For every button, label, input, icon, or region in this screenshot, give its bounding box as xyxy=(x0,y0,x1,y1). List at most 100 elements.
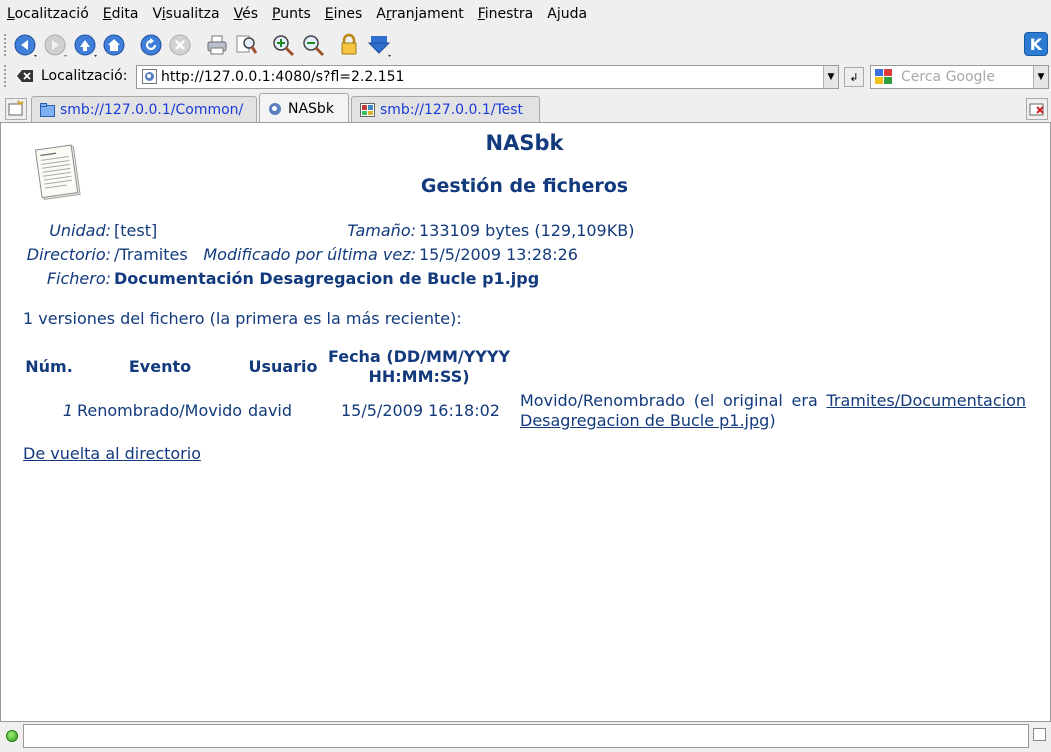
reload-icon xyxy=(140,34,162,56)
zoom-in-icon xyxy=(273,35,295,57)
detail-suffix: ) xyxy=(769,411,776,430)
home-button[interactable] xyxy=(101,32,127,58)
zoom-in-button[interactable] xyxy=(270,32,296,58)
menu-item-0[interactable]: Localització xyxy=(7,6,89,22)
forward-button[interactable] xyxy=(42,32,68,58)
reload-button[interactable] xyxy=(138,32,164,58)
up-arrow-icon xyxy=(74,34,97,57)
back-to-directory-link[interactable]: De vuelta al directorio xyxy=(23,444,201,463)
url-history-dropdown[interactable]: ▼ xyxy=(823,66,838,88)
page-favicon-icon xyxy=(142,69,157,84)
back-button[interactable] xyxy=(12,32,38,58)
download-button[interactable] xyxy=(366,32,392,58)
col-header-fecha-line1: Fecha (DD/MM/YYYY xyxy=(327,347,511,366)
zoom-out-icon xyxy=(303,35,325,57)
page-content: NASbk Gestión de ficheros Unidad: [test]… xyxy=(0,122,1051,722)
unidad-value: [test] xyxy=(114,221,158,240)
printer-icon xyxy=(207,35,227,55)
tab-label: smb://127.0.0.1/Common/ xyxy=(60,101,244,118)
google-icon xyxy=(875,69,892,84)
status-bar xyxy=(0,722,1051,752)
tamano-label: Tamaño: xyxy=(347,221,416,240)
enter-arrow-icon: ↲ xyxy=(849,70,859,84)
page-subtitle: Gestión de ficheros xyxy=(420,175,629,197)
col-header-evento: Evento xyxy=(128,357,192,376)
close-tab-icon xyxy=(1029,103,1044,116)
download-arrow-icon xyxy=(367,36,391,57)
cell-fecha: 15/5/2009 16:18:02 xyxy=(341,401,500,420)
close-tab-button[interactable] xyxy=(1026,98,1048,120)
modificado-label: Modificado por última vez: xyxy=(203,245,416,264)
security-button[interactable] xyxy=(336,32,362,58)
toolbar-grip[interactable] xyxy=(3,33,7,57)
search-placeholder: Cerca Google xyxy=(901,69,995,85)
forward-arrow-icon xyxy=(44,34,67,57)
tab-smb-common[interactable]: smb://127.0.0.1/Common/ xyxy=(31,96,257,122)
menu-item-4[interactable]: Punts xyxy=(272,6,311,22)
chevron-down-icon: ▼ xyxy=(827,72,835,82)
original-path-link-part2: Desagregacion de Bucle p1.jpg xyxy=(520,411,770,430)
page-favicon-icon xyxy=(269,102,281,115)
back-arrow-icon xyxy=(14,34,37,57)
col-header-fecha-line2: HH:MM:SS) xyxy=(368,367,470,386)
location-label: Localització: xyxy=(41,68,128,84)
clear-location-button[interactable] xyxy=(15,68,35,84)
modificado-value: 15/5/2009 13:28:26 xyxy=(419,245,578,264)
page-title: NASbk xyxy=(485,131,564,155)
zoom-page-icon xyxy=(236,35,258,54)
image-file-icon xyxy=(360,102,375,117)
location-toolbar-grip[interactable] xyxy=(3,64,7,88)
print-preview-button[interactable] xyxy=(233,32,259,58)
col-header-num: Núm. xyxy=(25,357,73,376)
menu-item-5[interactable]: Eines xyxy=(325,6,363,22)
search-engine-dropdown[interactable]: ▼ xyxy=(1033,66,1048,88)
stop-button[interactable] xyxy=(167,32,193,58)
fichero-label: Fichero: xyxy=(46,269,111,288)
menu-item-2[interactable]: Visualitza xyxy=(152,6,219,22)
menu-item-6[interactable]: Arranjament xyxy=(376,6,463,22)
network-folder-icon xyxy=(40,102,55,117)
original-path-link-part1: Tramites/Documentacion xyxy=(826,391,1026,410)
kde-logo-icon: K xyxy=(1024,32,1048,56)
home-icon xyxy=(103,34,125,56)
directorio-value: /Tramites xyxy=(114,245,188,264)
menu-bar: Localització Edita Visualitza Vés Punts Eines… xyxy=(0,0,1051,28)
lock-icon xyxy=(341,33,357,55)
clear-location-icon xyxy=(17,70,33,82)
status-text-field xyxy=(23,724,1029,748)
tab-bar: smb://127.0.0.1/Common/ NASbk smb://127.… xyxy=(0,93,1051,123)
menu-item-1[interactable]: Edita xyxy=(103,6,139,22)
col-header-usuario: Usuario xyxy=(248,357,318,376)
tab-label: NASbk xyxy=(288,100,334,117)
up-button[interactable] xyxy=(72,32,98,58)
location-toolbar: Localització: http://127.0.0.1:4080/s?fl… xyxy=(0,62,1051,90)
print-button[interactable] xyxy=(204,32,230,58)
detail-prefix: Movido/Renombrado (el original era xyxy=(520,391,818,410)
search-field[interactable]: Cerca Google ▼ xyxy=(870,65,1049,89)
menu-item-7[interactable]: Finestra xyxy=(478,6,534,22)
menu-item-8[interactable]: Ajuda xyxy=(547,6,587,22)
url-field[interactable]: http://127.0.0.1:4080/s?fl=2.2.151 ▼ xyxy=(136,65,839,89)
new-tab-icon xyxy=(8,100,24,116)
cell-num: 1 xyxy=(62,401,73,420)
fichero-value: Documentación Desagregacion de Bucle p1.… xyxy=(114,269,540,288)
versions-text: 1 versiones del fichero (la primera es l… xyxy=(23,309,462,328)
unidad-label: Unidad: xyxy=(49,221,111,240)
status-checkbox[interactable] xyxy=(1033,728,1046,741)
cell-detail: Movido/Renombrado (el original era Trami… xyxy=(520,391,1026,431)
status-ok-icon xyxy=(6,730,18,742)
tab-label: smb://127.0.0.1/Test xyxy=(380,101,524,118)
col-header-fecha: Fecha (DD/MM/YYYY HH:MM:SS) xyxy=(323,347,515,387)
directorio-label: Directorio: xyxy=(26,245,111,264)
tab-nasbk[interactable]: NASbk xyxy=(259,93,349,123)
tab-smb-test[interactable]: smb://127.0.0.1/Test xyxy=(351,96,540,122)
tamano-value: 133109 bytes (129,109KB) xyxy=(419,221,635,240)
menu-item-3[interactable]: Vés xyxy=(234,6,258,22)
new-tab-button[interactable] xyxy=(5,98,27,120)
zoom-out-button[interactable] xyxy=(300,32,326,58)
cell-evento: Renombrado/Movido xyxy=(77,401,243,420)
go-button[interactable]: ↲ xyxy=(844,67,864,87)
main-toolbar: K xyxy=(0,30,1051,60)
cell-usuario: david xyxy=(248,401,293,420)
url-text: http://127.0.0.1:4080/s?fl=2.2.151 xyxy=(161,69,405,85)
